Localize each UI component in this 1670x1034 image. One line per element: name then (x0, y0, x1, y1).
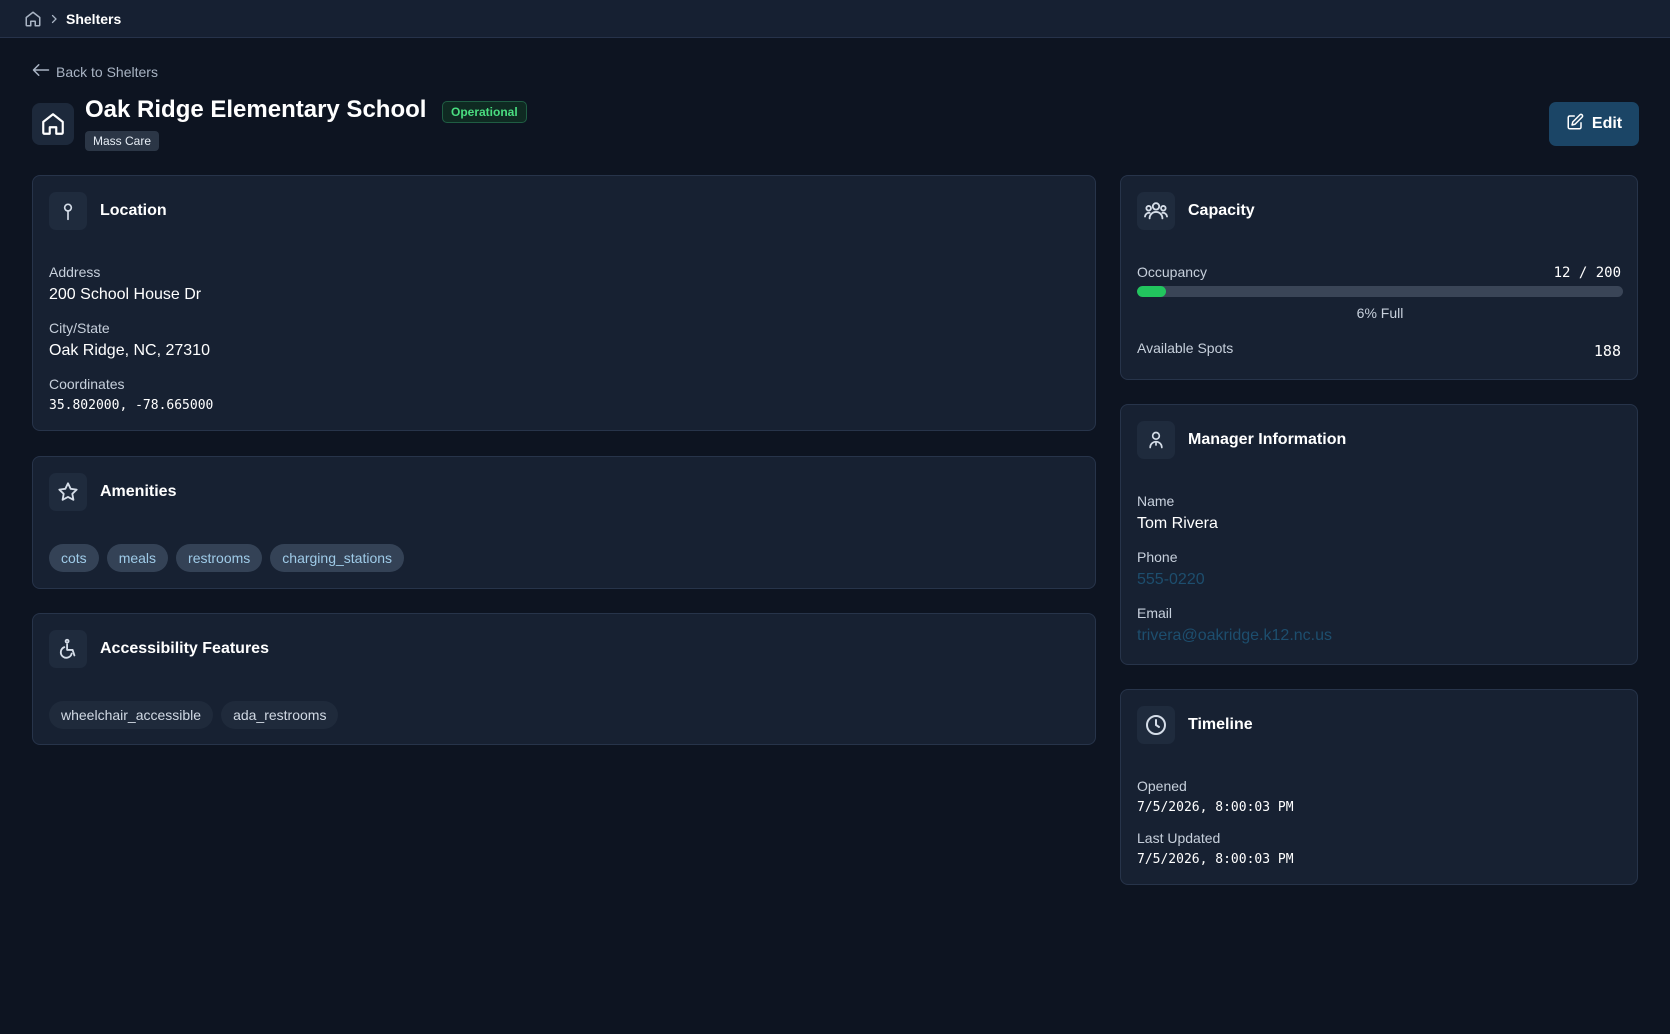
status-badge: Operational (442, 101, 527, 123)
amenities-card: Amenities cots meals restrooms charging_… (32, 456, 1096, 589)
manager-phone-link[interactable]: 555-0220 (1137, 571, 1205, 589)
manager-email-label: Email (1137, 605, 1173, 621)
shelter-home-icon (32, 103, 74, 145)
accessibility-chip: wheelchair_accessible (49, 701, 214, 729)
clock-icon (1137, 706, 1175, 744)
timeline-card: Timeline Opened 7/5/2026, 8:00:03 PM Las… (1120, 689, 1638, 885)
user-icon (1137, 421, 1175, 459)
breadcrumb: Shelters (0, 0, 1670, 38)
address-label: Address (49, 264, 101, 280)
location-title: Location (100, 202, 167, 219)
manager-title: Manager Information (1188, 431, 1347, 448)
users-icon (1137, 192, 1175, 230)
chevron-right-icon (48, 13, 60, 25)
occupancy-percent: 6% Full (1356, 305, 1404, 321)
star-icon (49, 473, 87, 511)
page-title: Oak Ridge Elementary School (85, 96, 427, 123)
timeline-title: Timeline (1188, 716, 1253, 733)
accessibility-list: wheelchair_accessible ada_restrooms (49, 701, 339, 729)
coordinates-value: 35.802000, -78.665000 (49, 398, 214, 413)
map-pin-icon (49, 192, 87, 230)
breadcrumb-current: Shelters (66, 10, 122, 27)
accessibility-card: Accessibility Features wheelchair_access… (32, 613, 1096, 745)
city-label: City/State (49, 320, 110, 336)
accessibility-chip: ada_restrooms (221, 701, 339, 729)
occupancy-progress-bar (1137, 286, 1623, 297)
available-spots-label: Available Spots (1137, 340, 1234, 356)
capacity-card: Capacity Occupancy 12 / 200 6% Full Avai… (1120, 175, 1638, 380)
edit-button[interactable]: Edit (1549, 102, 1639, 146)
address-value: 200 School House Dr (49, 286, 202, 303)
opened-label: Opened (1137, 778, 1187, 794)
last-updated-value: 7/5/2026, 8:00:03 PM (1137, 852, 1294, 867)
edit-button-label: Edit (1591, 115, 1623, 132)
coordinates-label: Coordinates (49, 376, 125, 392)
amenity-chip: restrooms (176, 544, 263, 572)
capacity-title: Capacity (1188, 202, 1255, 219)
arrow-left-icon (32, 63, 50, 80)
shelter-type-badge: Mass Care (85, 131, 160, 151)
back-link-label: Back to Shelters (56, 63, 158, 80)
last-updated-label: Last Updated (1137, 830, 1221, 846)
edit-icon (1566, 113, 1584, 136)
manager-name-value: Tom Rivera (1137, 515, 1218, 532)
amenity-chip: meals (106, 544, 169, 572)
home-icon[interactable] (24, 10, 42, 28)
manager-name-label: Name (1137, 493, 1175, 509)
amenities-title: Amenities (100, 483, 177, 500)
location-card: Location Address 200 School House Dr Cit… (32, 175, 1096, 431)
accessibility-title: Accessibility Features (100, 640, 269, 657)
manager-email-link[interactable]: trivera@oakridge.k12.nc.us (1137, 627, 1332, 645)
amenities-list: cots meals restrooms charging_stations (49, 544, 405, 572)
back-to-shelters-link[interactable]: Back to Shelters (32, 63, 158, 80)
manager-card: Manager Information Name Tom Rivera Phon… (1120, 404, 1638, 665)
manager-phone-label: Phone (1137, 549, 1178, 565)
amenity-chip: cots (49, 544, 99, 572)
city-value: Oak Ridge, NC, 27310 (49, 342, 210, 359)
available-spots-value: 188 (1593, 342, 1621, 360)
occupancy-value: 12 / 200 (1553, 265, 1621, 281)
occupancy-progress-fill (1137, 286, 1167, 297)
amenity-chip: charging_stations (270, 544, 405, 572)
wheelchair-icon (49, 630, 87, 668)
occupancy-label: Occupancy (1137, 264, 1208, 280)
opened-value: 7/5/2026, 8:00:03 PM (1137, 800, 1294, 815)
